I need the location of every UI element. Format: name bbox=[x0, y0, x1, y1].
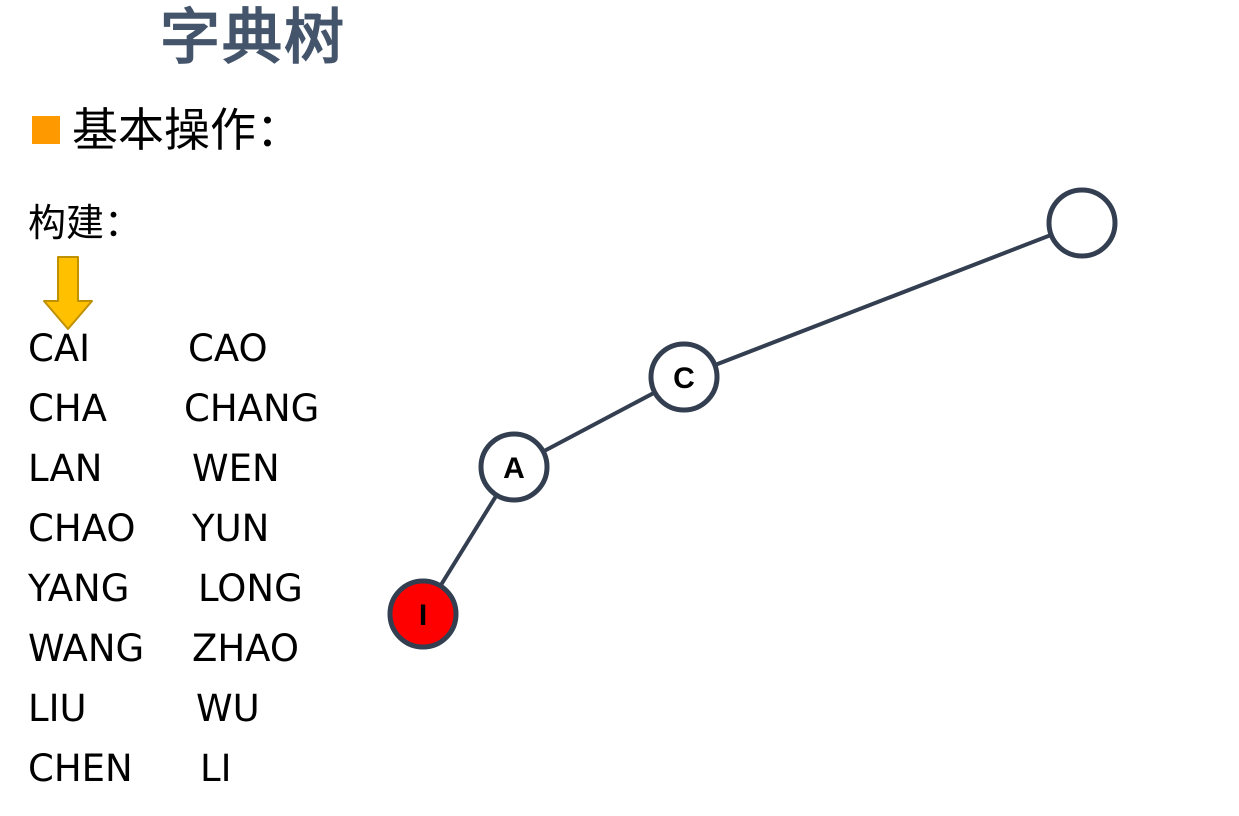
trie-node-i: I bbox=[387, 578, 459, 650]
trie-node-root bbox=[1046, 187, 1118, 259]
node-label-a: A bbox=[503, 452, 525, 485]
trie-diagram: C A I bbox=[387, 187, 1118, 650]
node-label-c: C bbox=[673, 362, 695, 395]
trie-node-a: A bbox=[478, 431, 550, 503]
edge-root-c bbox=[683, 221, 1083, 379]
node-label-i: I bbox=[419, 599, 427, 632]
trie-node-c: C bbox=[648, 341, 720, 413]
